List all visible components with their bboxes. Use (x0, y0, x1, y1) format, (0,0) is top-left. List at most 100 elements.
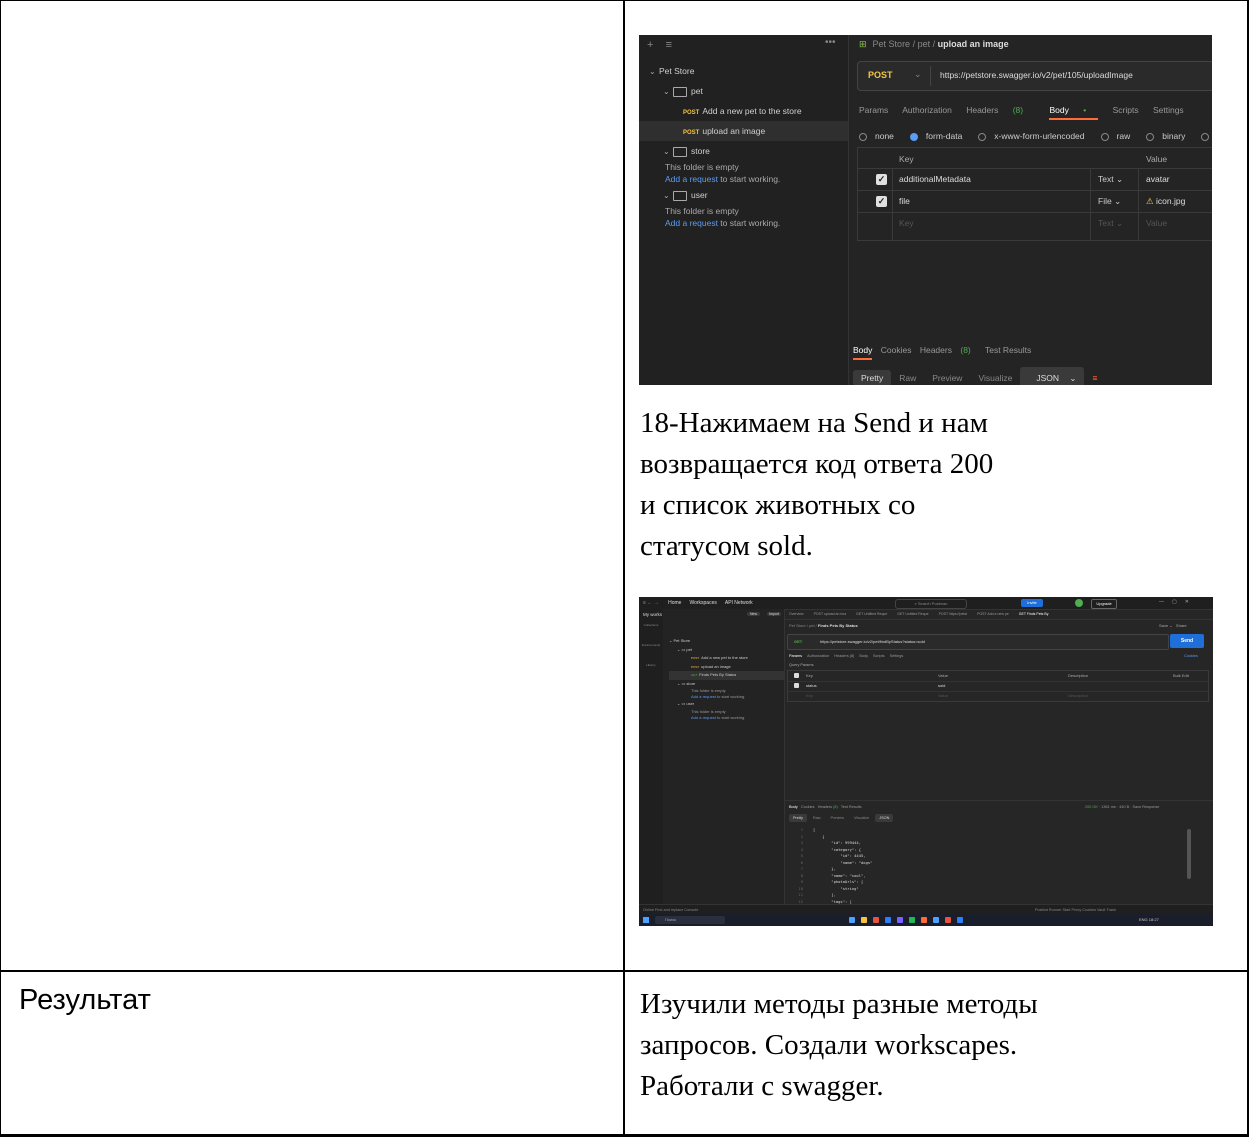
window-controls[interactable]: —▢✕ (1159, 599, 1197, 605)
value-placeholder[interactable]: Value (1146, 218, 1167, 228)
tab-response-body[interactable]: Body (789, 805, 798, 809)
tab-authorization[interactable]: Authorization (902, 105, 952, 115)
request-tab[interactable]: GET Finds Pets By (1019, 612, 1049, 616)
select-all-checkbox[interactable] (794, 673, 799, 678)
key-placeholder[interactable]: Key (899, 218, 914, 228)
tab-response-cookies[interactable]: Cookies (881, 345, 912, 355)
url-input[interactable]: https://petstore.swagger.io/v2/pet/findB… (820, 639, 925, 644)
row-type-select[interactable]: File ⌄ (1098, 196, 1121, 207)
tab-settings[interactable]: Settings (1153, 105, 1184, 115)
more-icon[interactable]: ••• (825, 37, 836, 48)
tree-request[interactable]: POST upload an image (669, 663, 784, 672)
share-button[interactable]: Share (1176, 623, 1187, 628)
new-button[interactable]: New (747, 612, 761, 616)
save-share[interactable]: Save ⌄ Share (1159, 623, 1187, 628)
tab-response-cookies[interactable]: Cookies (801, 805, 815, 809)
tree-request[interactable]: POST Add a new pet to the store (669, 654, 784, 663)
request-subtab[interactable]: Authorization (807, 654, 829, 658)
row-checkbox[interactable]: ✓ (876, 196, 887, 207)
folder-icon[interactable] (861, 917, 867, 923)
system-tray[interactable]: ENG 18:27 (1139, 917, 1159, 922)
add-request-link[interactable]: Add a request (665, 174, 718, 184)
request-subtab[interactable]: Settings (890, 654, 904, 658)
tree-request[interactable]: GET Finds Pets By Status (669, 671, 784, 680)
value-placeholder[interactable]: Value (938, 693, 948, 698)
status-left[interactable]: Online Find and replace Console (643, 908, 698, 912)
tree-collection[interactable]: ⌄ Pet Store (669, 637, 784, 646)
scrollbar[interactable] (1187, 829, 1191, 879)
tree-collection[interactable]: ⌄ Pet Store (639, 61, 848, 81)
tab-scripts[interactable]: Scripts (1113, 105, 1139, 115)
cookies-link[interactable]: Cookies (1184, 654, 1198, 658)
workspace-name[interactable]: My works (643, 612, 662, 617)
body-type-radio[interactable]: binary (1146, 131, 1193, 141)
nav-workspaces[interactable]: Workspaces (689, 600, 716, 606)
nav-home[interactable]: Home (668, 600, 681, 606)
row-checkbox[interactable]: ✓ (876, 174, 887, 185)
request-tab[interactable]: POST upload an ima (814, 612, 846, 616)
tab-test-results[interactable]: Test Results (985, 345, 1031, 355)
request-tab[interactable]: Overview (789, 612, 804, 616)
row-key[interactable]: additionalMetadata (899, 174, 971, 184)
import-button[interactable]: Import (767, 612, 781, 616)
body-type-radio[interactable]: none (859, 131, 902, 141)
taskbar-search[interactable]: Поиск (655, 916, 725, 924)
type-placeholder[interactable]: Text ⌄ (1098, 218, 1123, 229)
browser-icon[interactable] (873, 917, 879, 923)
rail-history[interactable]: History (641, 663, 661, 667)
chevron-down-icon[interactable]: ⌄ (663, 82, 673, 102)
body-type-radio[interactable]: form-data (909, 131, 970, 141)
method-select[interactable]: GET (794, 639, 802, 644)
tab-body[interactable]: Body • (1049, 105, 1099, 120)
bulk-edit-link[interactable]: Bulk Edit (1173, 673, 1189, 678)
app-icon[interactable] (897, 917, 903, 923)
format-select[interactable]: JSON ⌄ (1020, 367, 1085, 385)
tab-test-results[interactable]: Test Results (841, 805, 862, 809)
app-icon[interactable] (885, 917, 891, 923)
add-request-link[interactable]: Add a request (691, 715, 716, 720)
app-icon[interactable] (909, 917, 915, 923)
tab-response-body[interactable]: Body (853, 345, 873, 360)
view-tab[interactable]: Raw (809, 814, 825, 822)
tree-folder[interactable]: ⌄ pet (639, 81, 848, 101)
view-tab[interactable]: Visualize (850, 814, 873, 822)
add-request-link[interactable]: Add a request (665, 218, 718, 228)
view-tab[interactable]: Pretty (853, 370, 892, 385)
app-icon[interactable] (933, 917, 939, 923)
view-tab[interactable]: Preview (924, 370, 970, 385)
status-right[interactable]: Postbot Runner Start Proxy Cookies Vault… (1035, 908, 1116, 912)
tree-request[interactable]: POST upload an image (639, 121, 848, 141)
view-tab[interactable]: JSON (875, 814, 894, 822)
tab-response-headers[interactable]: Headers (818, 805, 832, 809)
request-subtab[interactable]: Body (859, 654, 868, 658)
rail-environments[interactable]: Environments (641, 643, 661, 647)
url-input[interactable]: https://petstore.swagger.io/v2/pet/105/u… (940, 70, 1133, 80)
body-type-radio[interactable]: GraphQ (1201, 131, 1212, 141)
request-subtab[interactable]: Scripts (873, 654, 885, 658)
file-value[interactable]: ⚠ icon.jpg (1146, 196, 1185, 207)
tab-headers[interactable]: Headers (8) (966, 105, 1035, 115)
view-tab[interactable]: Preview (827, 814, 849, 822)
search-input[interactable]: ⌕ Search Postman (895, 599, 967, 609)
save-button[interactable]: Save (1159, 623, 1168, 628)
request-tab[interactable]: GET Untitled Reque (856, 612, 887, 616)
avatar[interactable] (1075, 599, 1083, 607)
row-checkbox[interactable] (794, 683, 799, 688)
body-type-radio[interactable]: x-www-form-urlencoded (978, 131, 1092, 141)
body-type-radio[interactable]: raw (1100, 131, 1139, 141)
tree-folder[interactable]: ⌄ ▭ store (669, 680, 784, 689)
chevron-down-icon[interactable]: ⌄ (649, 62, 659, 82)
tab-params[interactable]: Params (859, 105, 888, 115)
chevron-down-icon[interactable]: ⌄ (663, 142, 673, 162)
chevron-down-icon[interactable]: ⌄ (914, 69, 922, 80)
method-select[interactable]: POST (868, 70, 893, 80)
tab-response-headers[interactable]: Headers (8) (920, 345, 977, 355)
wrap-lines-icon[interactable]: ≡ (1084, 370, 1105, 385)
request-tab[interactable]: GET Untitled Reque (897, 612, 928, 616)
tree-folder[interactable]: ⌄ ▭ user (669, 700, 784, 709)
word-icon[interactable] (957, 917, 963, 923)
app-icon[interactable] (945, 917, 951, 923)
row-value[interactable]: sold (938, 683, 945, 688)
chevron-down-icon[interactable]: ⌄ (663, 186, 673, 206)
invite-button[interactable]: Invite (1021, 599, 1043, 607)
